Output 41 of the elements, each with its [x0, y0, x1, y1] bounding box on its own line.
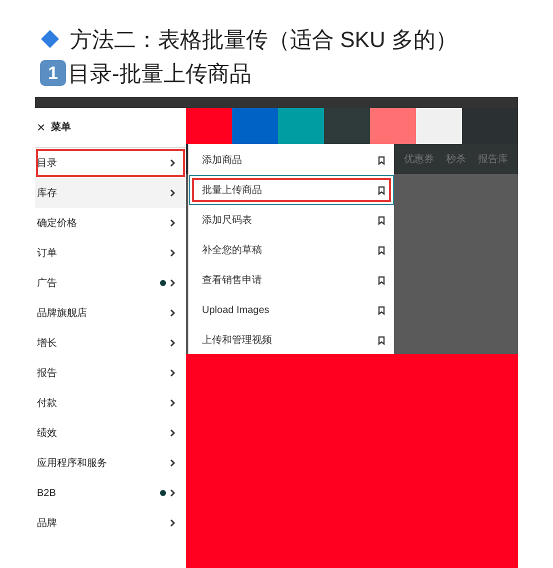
- submenu-item[interactable]: 添加尺码表: [189, 205, 394, 235]
- chevron-icon: [170, 369, 176, 377]
- bookmark-icon: [378, 186, 385, 194]
- redaction-block: [370, 108, 416, 144]
- chevron-icon: [170, 399, 176, 407]
- chevron-icon: [170, 489, 176, 497]
- submenu-item[interactable]: 批量上传商品: [189, 175, 394, 205]
- bookmark-icon: [378, 216, 385, 224]
- chevron-icon: [170, 159, 176, 167]
- redaction-block: [232, 108, 278, 144]
- menu-title: 菜单: [51, 120, 72, 135]
- chevron-icon: [170, 189, 176, 197]
- menu-item[interactable]: 目录: [35, 148, 186, 178]
- redaction-block: [324, 108, 370, 144]
- submenu-item[interactable]: 补全您的草稿: [189, 235, 394, 265]
- chevron-icon: [170, 339, 176, 347]
- bookmark-icon: [378, 276, 385, 284]
- redaction-block: [278, 108, 324, 144]
- chevron-icon: [170, 219, 176, 227]
- chevron-icon: [170, 429, 176, 437]
- chevron-icon: [170, 459, 176, 467]
- redaction-block: [186, 108, 232, 144]
- section-title: 方法二：表格批量传（适合 SKU 多的）: [70, 26, 458, 54]
- bookmark-icon: [378, 246, 385, 254]
- bookmark-icon: [378, 306, 385, 314]
- submenu-item[interactable]: Upload Images: [189, 295, 394, 325]
- chevron-icon: [170, 279, 176, 287]
- submenu-item[interactable]: 查看销售申请: [189, 265, 394, 295]
- bookmark-icon: [378, 156, 385, 164]
- step-title: 目录-批量上传商品: [68, 60, 252, 88]
- close-button[interactable]: ×: [37, 117, 46, 138]
- submenu-item[interactable]: 添加商品: [189, 145, 394, 175]
- diamond-icon: [40, 29, 60, 49]
- step-number-badge: 1: [40, 60, 66, 86]
- chevron-icon: [170, 249, 176, 257]
- submenu-item[interactable]: 上传和管理视频: [189, 325, 394, 355]
- menu-item[interactable]: 库存: [35, 178, 186, 208]
- chevron-icon: [170, 519, 176, 527]
- chevron-icon: [170, 309, 176, 317]
- bookmark-icon: [378, 336, 385, 344]
- redaction-block: [416, 108, 462, 144]
